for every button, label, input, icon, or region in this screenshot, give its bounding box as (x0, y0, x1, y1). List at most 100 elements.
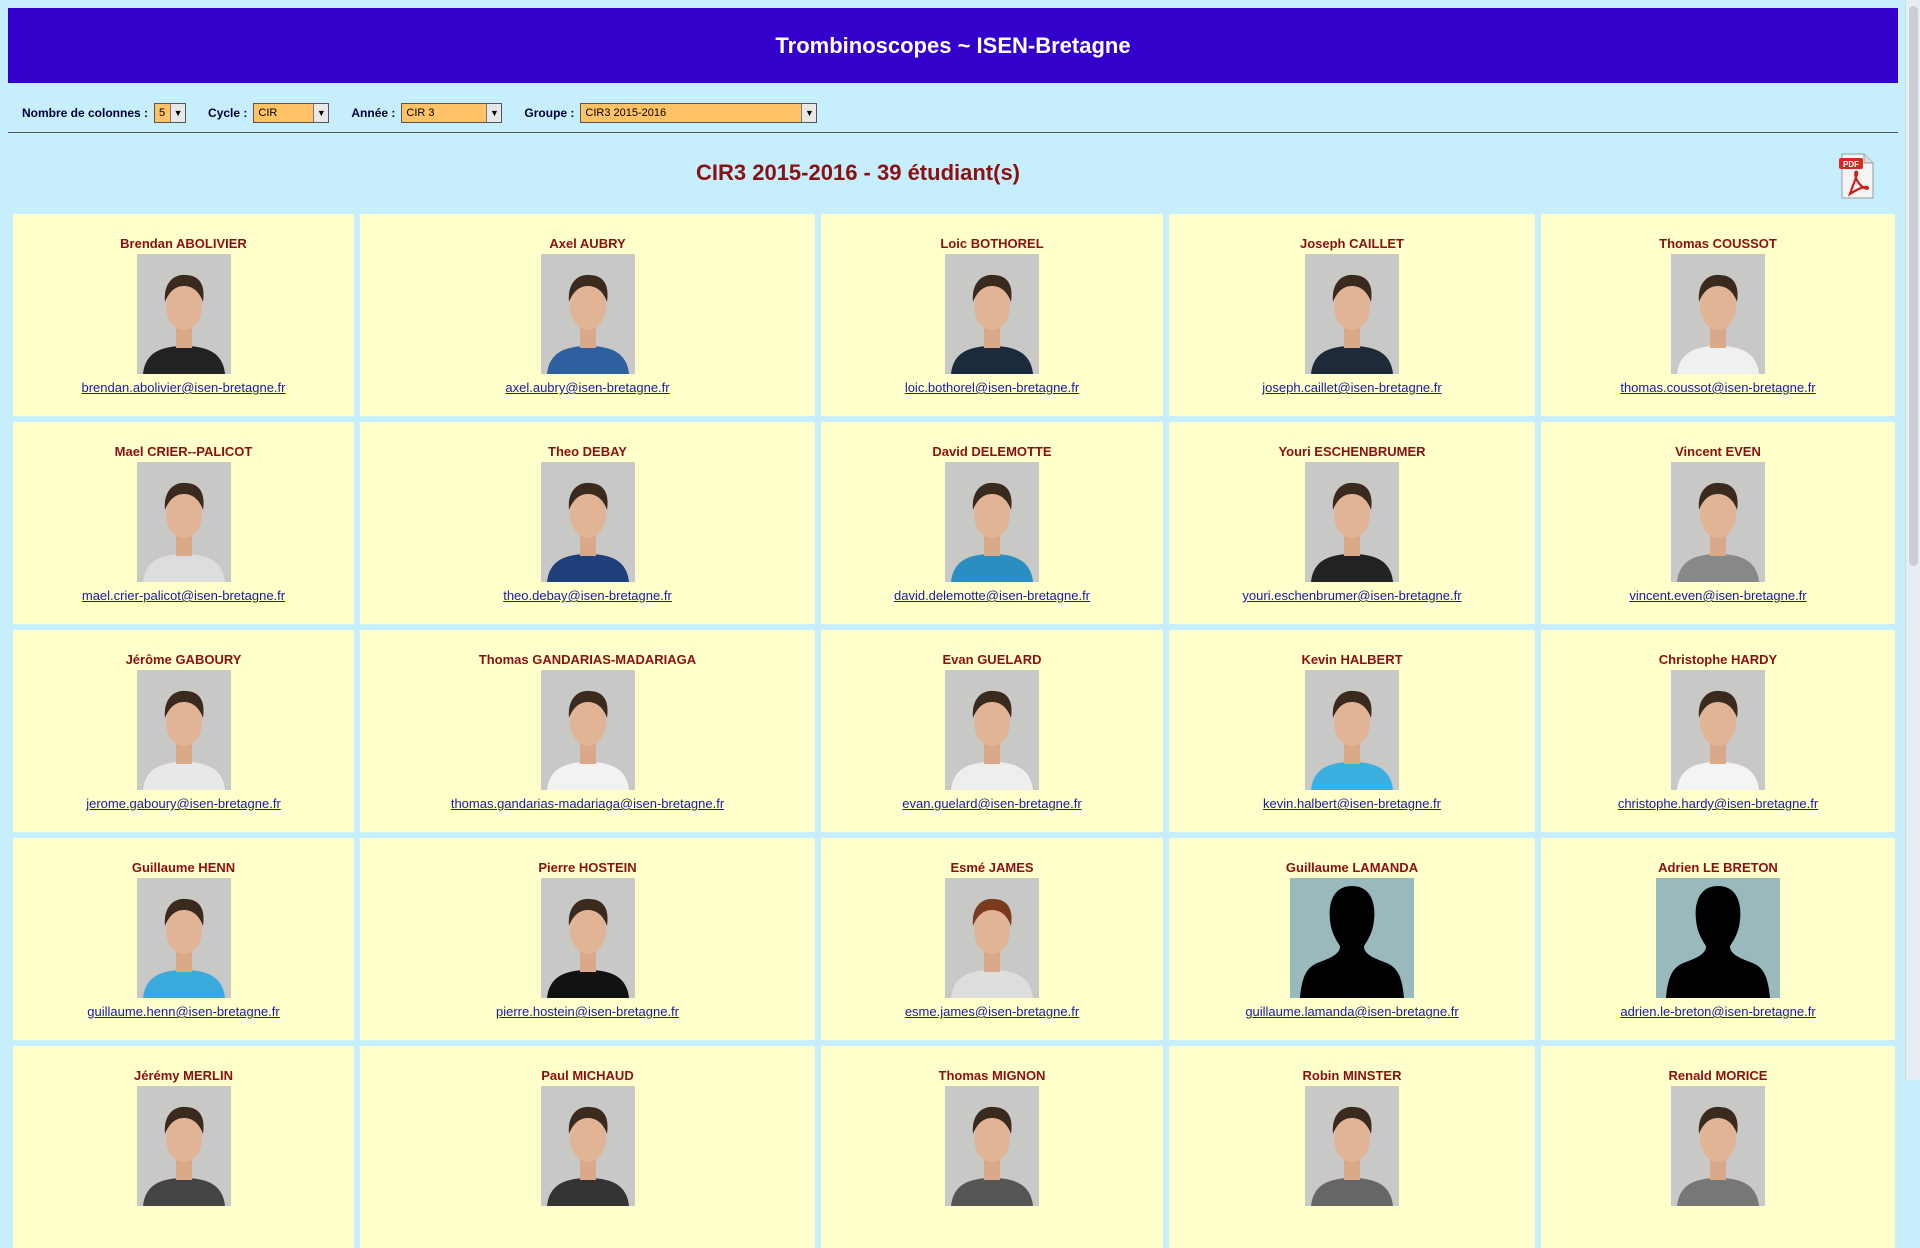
student-photo (136, 1086, 231, 1206)
student-card: Renald MORICE (1541, 1046, 1895, 1248)
year-select[interactable]: CIR 3 ▼ (401, 103, 503, 123)
student-name: Guillaume LAMANDA (1285, 860, 1419, 875)
cycle-select[interactable]: CIR ▼ (253, 103, 330, 123)
group-select-value: CIR3 2015-2016 (585, 107, 667, 119)
student-name: Brendan ABOLIVIER (120, 236, 247, 251)
student-card: Axel AUBRY axel.aubry@isen-bretagne.fr (360, 214, 815, 416)
student-email-link[interactable]: mael.crier-palicot@isen-bretagne.fr (82, 588, 285, 603)
student-card: Thomas MIGNON (821, 1046, 1163, 1248)
student-email-link[interactable]: thomas.gandarias-madariaga@isen-bretagne… (451, 796, 724, 811)
student-email-link[interactable]: david.delemotte@isen-bretagne.fr (894, 588, 1090, 603)
scrollbar-thumb[interactable] (1909, 6, 1918, 566)
student-name: Mael CRIER--PALICOT (114, 444, 253, 459)
student-name: Vincent EVEN (1675, 444, 1761, 459)
chevron-down-icon: ▼ (801, 104, 817, 122)
page-title: Trombinoscopes ~ ISEN-Bretagne (775, 32, 1131, 58)
student-email-link[interactable]: esme.james@isen-bretagne.fr (905, 1004, 1079, 1019)
student-name: David DELEMOTTE (932, 444, 1052, 459)
columns-label: Nombre de colonnes : (22, 106, 149, 120)
student-card: Thomas COUSSOT thomas.coussot@isen-bretag… (1541, 214, 1895, 416)
student-email-link[interactable]: christophe.hardy@isen-bretagne.fr (1618, 796, 1818, 811)
student-name: Renald MORICE (1668, 1068, 1768, 1083)
student-name: Jérémy MERLIN (134, 1068, 233, 1083)
student-photo (1671, 462, 1765, 582)
student-photo (540, 878, 635, 998)
student-photo (540, 670, 635, 790)
chevron-down-icon: ▼ (486, 104, 502, 122)
student-name: Adrien LE BRETON (1658, 860, 1778, 875)
student-email-link[interactable]: vincent.even@isen-bretagne.fr (1629, 588, 1806, 603)
student-card: Vincent EVEN vincent.even@isen-bretagne.f… (1541, 422, 1895, 624)
student-name: Thomas GANDARIAS-MADARIAGA (478, 652, 697, 667)
silhouette-placeholder-icon (1656, 878, 1780, 998)
group-select[interactable]: CIR3 2015-2016 ▼ (580, 103, 818, 123)
student-email-link[interactable]: axel.aubry@isen-bretagne.fr (505, 380, 669, 395)
student-card: Robin MINSTER (1169, 1046, 1535, 1248)
student-card: Paul MICHAUD (360, 1046, 815, 1248)
student-email-link[interactable]: guillaume.lamanda@isen-bretagne.fr (1245, 1004, 1458, 1019)
student-card: Guillaume HENN guillaume.henn@isen-bretag… (13, 838, 354, 1040)
student-email-link[interactable]: pierre.hostein@isen-bretagne.fr (496, 1004, 679, 1019)
student-card: Pierre HOSTEIN pierre.hostein@isen-bretag… (360, 838, 815, 1040)
year-label: Année : (351, 106, 396, 120)
student-card: Jérémy MERLIN (13, 1046, 354, 1248)
student-card: Evan GUELARD evan.guelard@isen-bretagne.f… (821, 630, 1163, 832)
group-label: Groupe : (524, 106, 575, 120)
student-email-link[interactable]: jerome.gaboury@isen-bretagne.fr (86, 796, 281, 811)
student-card: Thomas GANDARIAS-MADARIAGA thomas.gandari… (360, 630, 815, 832)
divider (8, 132, 1898, 133)
student-photo (1305, 670, 1399, 790)
student-email-link[interactable]: brendan.abolivier@isen-bretagne.fr (82, 380, 286, 395)
pdf-export-icon[interactable]: PDF (1838, 152, 1876, 200)
cycle-select-value: CIR (258, 107, 278, 119)
student-card: Theo DEBAY theo.debay@isen-bretagne.fr (360, 422, 815, 624)
student-email-link[interactable]: youri.eschenbrumer@isen-bretagne.fr (1242, 588, 1461, 603)
student-photo (540, 462, 635, 582)
student-email-link[interactable]: joseph.caillet@isen-bretagne.fr (1262, 380, 1441, 395)
student-email-link[interactable]: loic.bothorel@isen-bretagne.fr (905, 380, 1079, 395)
student-email-link[interactable]: guillaume.henn@isen-bretagne.fr (87, 1004, 279, 1019)
columns-select[interactable]: 5 ▼ (154, 103, 187, 123)
student-card: David DELEMOTTE david.delemotte@isen-bret… (821, 422, 1163, 624)
group-heading: CIR3 2015-2016 - 39 étudiant(s) (695, 160, 1021, 185)
student-grid: Brendan ABOLIVIER brendan.abolivier@isen-… (13, 214, 1895, 1248)
student-email-link[interactable]: adrien.le-breton@isen-bretagne.fr (1620, 1004, 1815, 1019)
student-card: Jérôme GABOURY jerome.gaboury@isen-bretag… (13, 630, 354, 832)
student-photo (136, 670, 231, 790)
silhouette-placeholder-icon (1290, 878, 1414, 998)
student-photo (136, 878, 231, 998)
student-photo (945, 462, 1039, 582)
student-photo (540, 1086, 635, 1206)
page-header: Trombinoscopes ~ ISEN-Bretagne (8, 8, 1898, 83)
chevron-down-icon: ▼ (170, 104, 186, 122)
student-photo (1305, 254, 1399, 374)
student-photo (1305, 1086, 1399, 1206)
student-email-link[interactable]: theo.debay@isen-bretagne.fr (503, 588, 672, 603)
student-card: Mael CRIER--PALICOT mael.crier-palicot@is… (13, 422, 354, 624)
student-name: Paul MICHAUD (541, 1068, 634, 1083)
columns-select-value: 5 (159, 107, 166, 119)
student-name: Pierre HOSTEIN (538, 860, 637, 875)
student-name: Joseph CAILLET (1299, 236, 1404, 251)
student-photo (136, 462, 231, 582)
student-name: Youri ESCHENBRUMER (1278, 444, 1426, 459)
student-card: Guillaume LAMANDA guillaume.lamanda@isen-… (1169, 838, 1535, 1040)
student-card: Esmé JAMES esme.james@isen-bretagne.fr (821, 838, 1163, 1040)
student-photo (1671, 254, 1765, 374)
student-photo (945, 254, 1039, 374)
student-email-link[interactable]: evan.guelard@isen-bretagne.fr (902, 796, 1081, 811)
student-photo (136, 254, 231, 374)
student-photo (945, 1086, 1039, 1206)
chevron-down-icon: ▼ (313, 104, 329, 122)
student-card: Joseph CAILLET joseph.caillet@isen-bretag… (1169, 214, 1535, 416)
student-email-link[interactable]: thomas.coussot@isen-bretagne.fr (1620, 380, 1815, 395)
student-photo (540, 254, 635, 374)
student-name: Esmé JAMES (950, 860, 1034, 875)
scrollbar[interactable] (1905, 0, 1920, 1080)
year-select-value: CIR 3 (406, 107, 435, 119)
student-name: Christophe HARDY (1658, 652, 1778, 667)
student-name: Thomas COUSSOT (1659, 236, 1777, 251)
student-email-link[interactable]: kevin.halbert@isen-bretagne.fr (1263, 796, 1441, 811)
student-name: Loic BOTHOREL (940, 236, 1044, 251)
student-name: Thomas MIGNON (938, 1068, 1046, 1083)
